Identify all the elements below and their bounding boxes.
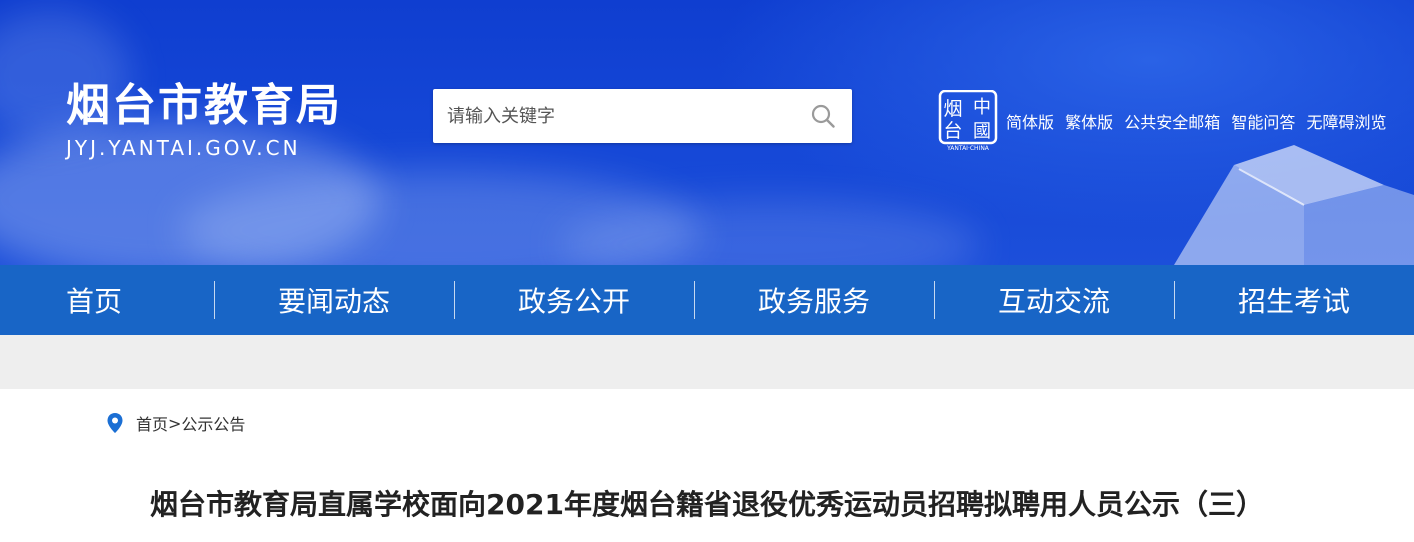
book-decoration <box>1174 145 1414 265</box>
nav-divider <box>1174 281 1175 319</box>
link-smart-qa[interactable]: 智能问答 <box>1231 113 1295 132</box>
search-box <box>433 89 852 143</box>
location-pin-icon <box>107 413 123 433</box>
nav-item-label: 互动交流 <box>997 285 1110 318</box>
link-traditional[interactable]: 繁体版 <box>1065 113 1113 132</box>
nav-item-interaction[interactable]: 互动交流 <box>934 265 1174 335</box>
svg-text:國: 國 <box>973 121 991 142</box>
top-links: 简体版 繁体版 公共安全邮箱 智能问答 无障碍浏览 <box>1006 109 1386 133</box>
nav-item-label: 招生考试 <box>1237 285 1350 318</box>
nav-item-news[interactable]: 要闻动态 <box>214 265 454 335</box>
breadcrumb: 首页 > 公示公告 <box>106 411 245 435</box>
article-title: 烟台市教育局直属学校面向2021年度烟台籍省退役优秀运动员招聘拟聘用人员公示（三… <box>150 488 1264 521</box>
site-domain: JYJ.YANTAI.GOV.CN <box>66 136 301 160</box>
link-security-mailbox[interactable]: 公共安全邮箱 <box>1124 113 1220 132</box>
svg-text:烟: 烟 <box>943 98 962 120</box>
link-accessibility[interactable]: 无障碍浏览 <box>1306 113 1386 132</box>
link-simplified[interactable]: 简体版 <box>1006 113 1054 132</box>
breadcrumb-home[interactable]: 首页 <box>136 411 168 435</box>
nav-item-admissions[interactable]: 招生考试 <box>1174 265 1414 335</box>
site-header: 烟台市教育局 JYJ.YANTAI.GOV.CN 烟 中 台 國 YANTAI·… <box>0 0 1414 265</box>
nav-item-home[interactable]: 首页 <box>0 265 214 335</box>
svg-text:台: 台 <box>943 120 962 142</box>
search-input[interactable] <box>433 89 807 143</box>
nav-item-label: 要闻动态 <box>277 285 390 318</box>
nav-divider <box>214 281 215 319</box>
main-nav: 首页 要闻动态 政务公开 政务服务 互动交流 招生考试 <box>0 265 1414 335</box>
breadcrumb-separator: > <box>168 413 182 433</box>
gray-band <box>0 335 1414 389</box>
nav-item-open-government[interactable]: 政务公开 <box>454 265 694 335</box>
search-icon[interactable] <box>810 103 836 129</box>
nav-divider <box>694 281 695 319</box>
yantai-china-seal-icon: 烟 中 台 國 YANTAI·CHINA <box>938 90 998 152</box>
nav-divider <box>454 281 455 319</box>
svg-text:中: 中 <box>973 97 991 118</box>
site-title[interactable]: 烟台市教育局 <box>66 84 342 128</box>
breadcrumb-current[interactable]: 公示公告 <box>181 411 245 435</box>
nav-item-services[interactable]: 政务服务 <box>694 265 934 335</box>
seal-caption: YANTAI·CHINA <box>946 145 990 152</box>
nav-item-label: 政务服务 <box>757 285 870 318</box>
nav-divider <box>934 281 935 319</box>
nav-item-label: 政务公开 <box>517 285 630 318</box>
